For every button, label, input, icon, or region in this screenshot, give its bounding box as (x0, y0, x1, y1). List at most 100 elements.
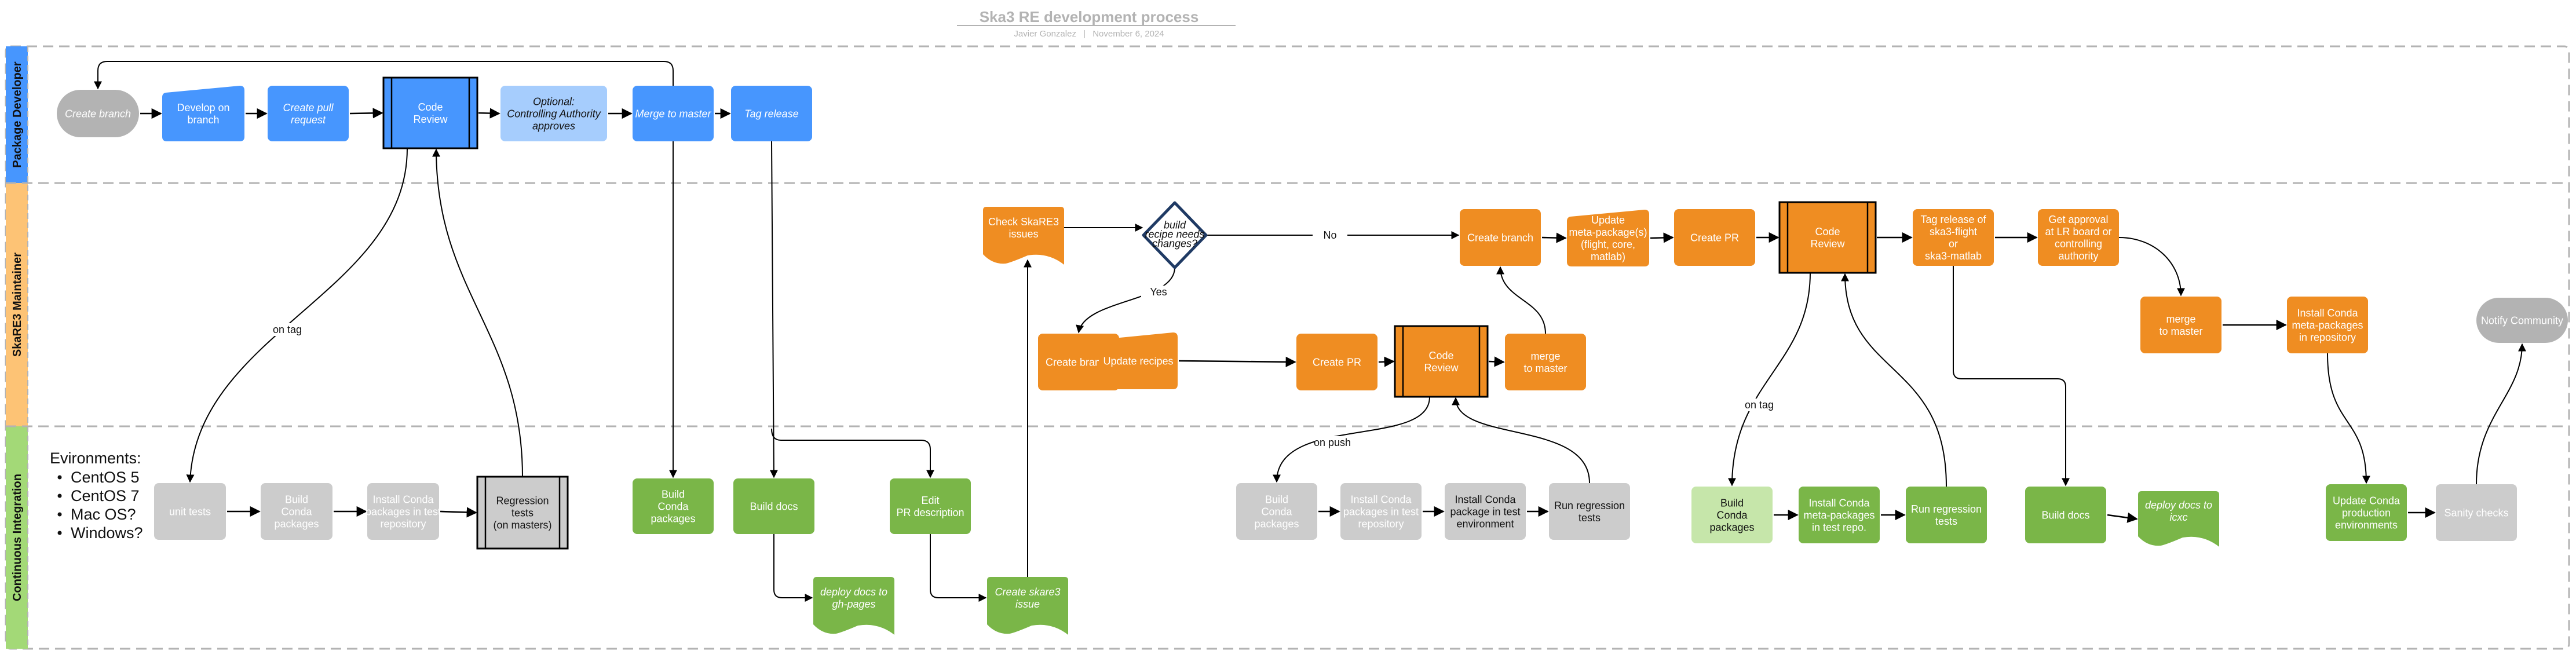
node-ci-build-docs-1[interactable]: Build docs (733, 478, 814, 534)
node-label: Create PR (1313, 356, 1361, 368)
node-dev-create-branch[interactable]: Create branch (57, 90, 139, 137)
node-m-merge-2[interactable]: merge to master (2140, 297, 2221, 353)
node-label: Install Conda package in test environment (1450, 493, 1520, 529)
node-ci-build-conda-4[interactable]: Build Conda packages (1691, 487, 1773, 543)
node-label-line: Check SkaRE3 (988, 216, 1059, 228)
node-ci-update-prod[interactable]: Update Conda production environments (2326, 484, 2407, 541)
node-m-check-issues[interactable]: Check SkaRE3 issues (983, 207, 1064, 265)
node-dev-merge[interactable]: Merge to master (633, 86, 714, 141)
node-label-line: Merge to master (635, 108, 711, 119)
node-ci-install-conda-3[interactable]: Install Conda packages in test repository (1340, 483, 1422, 540)
diagram-title: Ska3 RE development process (980, 8, 1199, 25)
node-label-line: gh-pages (832, 598, 875, 610)
node-label-line: approves (532, 120, 575, 131)
node-m-install-meta[interactable]: Install Conda meta-packages in repository (2287, 297, 2368, 353)
node-ci-install-conda-1[interactable]: Install Conda packages in test repository (366, 483, 441, 540)
edge-label: on tag (273, 324, 302, 335)
node-ci-regression-masters[interactable]: Regression tests (on masters) (476, 476, 569, 550)
node-m-create-pr-2[interactable]: Create PR (1674, 209, 1755, 266)
node-m-create-pr-1[interactable]: Create PR (1296, 334, 1377, 390)
node-label-line: Conda (281, 506, 312, 517)
node-m-code-review-1[interactable]: Code Review (1394, 325, 1489, 398)
node-label-line: ska3-flight (1930, 226, 1977, 237)
node-ci-install-meta-test[interactable]: Install Conda meta-packages in test repo. (1799, 487, 1880, 543)
environments-heading: Evironments: (50, 449, 141, 467)
node-m-code-review-2[interactable]: Code Review (1778, 201, 1877, 274)
node-label-line: environments (2335, 519, 2398, 531)
node-dev-develop[interactable]: Develop on branch (162, 86, 244, 141)
node-label: Install Conda meta-packages in test repo. (1803, 497, 1875, 533)
node-label-line: Create branch (65, 108, 131, 119)
bullet-icon (57, 531, 62, 535)
node-label-line: (on masters) (493, 519, 551, 531)
node-ci-build-conda-2[interactable]: Build Conda packages (633, 478, 714, 534)
node-label-line: tests (1935, 516, 1957, 527)
node-label-line: packages (1254, 518, 1299, 529)
edge-m-merge-1-to-m-create-branch-2 (1496, 266, 1546, 334)
node-ci-run-regression-2[interactable]: Run regression tests (1906, 487, 1987, 543)
node-m-decision[interactable]: build recipe needs changes? (1142, 201, 1208, 269)
node-m-merge-1[interactable]: merge to master (1505, 334, 1586, 390)
node-ci-unit-tests[interactable]: unit tests (154, 483, 226, 540)
node-label-line: Create skare3 (995, 586, 1060, 598)
node-ci-deploy-icxc[interactable]: deploy docs to icxc (2138, 491, 2219, 547)
node-m-create-branch-2[interactable]: Create branch (1460, 209, 1541, 266)
node-label-line: deploy docs to (2145, 499, 2212, 511)
node-label-line: Build (662, 488, 685, 500)
node-label-line: Install Conda (1808, 497, 1870, 509)
node-dev-tag-release[interactable]: Tag release (731, 86, 812, 141)
node-ci-sanity[interactable]: Sanity checks (2436, 484, 2517, 541)
node-ci-deploy-ghpages[interactable]: deploy docs to gh-pages (813, 577, 894, 635)
edge-m-code-review-1-to-ci-build-conda-3 (1273, 396, 1430, 483)
edge-ci-run-regression-1-to-m-code-review-1 (1452, 397, 1590, 484)
subtitle-separator: | (1083, 29, 1086, 39)
node-dev-code-review[interactable]: Code Review (382, 76, 478, 149)
node-label: Notify Community (2481, 315, 2563, 326)
node-ci-create-issue[interactable]: Create skare3 issue (987, 577, 1068, 635)
node-dev-optional-approval[interactable]: Optional: Controlling Authority approves (500, 86, 607, 141)
edge-label: Yes (1150, 286, 1167, 298)
node-label-line: Notify Community (2481, 315, 2563, 326)
node-label: Create branch (65, 108, 131, 119)
edge-label: on push (1314, 437, 1351, 448)
node-ci-edit-pr[interactable]: Edit PR description (890, 478, 971, 534)
node-label-line: deploy docs to (820, 586, 887, 598)
node-label-line: Conda (1716, 509, 1748, 521)
node-label-line: environment (1456, 518, 1514, 529)
node-label-line: Create PR (1313, 356, 1361, 368)
edge-ci-build-docs-2-to-ci-deploy-icxc (2107, 512, 2138, 523)
edge-m-tag-release-to-ci-build-docs-2 (1953, 266, 2070, 487)
node-label-line: Build docs (2041, 509, 2089, 521)
environments-note: Evironments: CentOS 5CentOS 7Mac OS?Wind… (50, 449, 143, 542)
node-m-get-approval[interactable]: Get approval at LR board or controlling aut… (2038, 209, 2119, 266)
node-ci-run-regression-1[interactable]: Run regression tests (1549, 483, 1630, 540)
node-ci-build-conda-3[interactable]: Build Conda packages (1236, 483, 1317, 540)
node-label-line: controlling (2055, 238, 2102, 250)
node-label-line: PR description (896, 507, 964, 518)
node-label-line: matlab) (1591, 251, 1625, 262)
node-label-line: packages (651, 513, 695, 524)
node-m-tag-release[interactable]: Tag release of ska3-flight or ska3-matlab (1913, 209, 1994, 266)
node-label-line: Tag release (744, 108, 798, 119)
node-label-line: Sanity checks (2444, 507, 2508, 518)
node-ci-build-docs-2[interactable]: Build docs (2025, 487, 2106, 543)
node-label-line: Update (1591, 214, 1625, 226)
node-label: Code Review (1810, 226, 1845, 250)
node-dev-create-pr[interactable]: Create pull request (268, 86, 349, 141)
node-ci-build-conda-1[interactable]: Build Conda packages (261, 483, 332, 540)
node-label: Merge to master (635, 108, 711, 119)
node-m-notify[interactable]: Notify Community (2476, 298, 2568, 343)
node-label-line: Build (1720, 497, 1744, 509)
node-m-update-recipes[interactable]: Update recipes (1099, 332, 1178, 389)
node-label-line: Install Conda (2297, 307, 2358, 319)
node-m-update-meta[interactable]: Update meta-package(s) (flight, core, matla… (1567, 210, 1649, 266)
environment-item: Mac OS? (71, 506, 136, 523)
node-label-line: in test repo. (1812, 521, 1866, 533)
node-ci-install-env[interactable]: Install Conda package in test environment (1445, 483, 1526, 540)
node-label-line: Create branch (1467, 232, 1533, 243)
environment-item: Windows? (71, 524, 143, 542)
node-label: Install Conda meta-packages in repository (2292, 307, 2363, 343)
node-label-line: meta-package(s) (1569, 226, 1647, 238)
node-label-line: Create PR (1690, 232, 1739, 243)
edge-ci-regression-masters-to-dev-code-review (432, 148, 523, 477)
